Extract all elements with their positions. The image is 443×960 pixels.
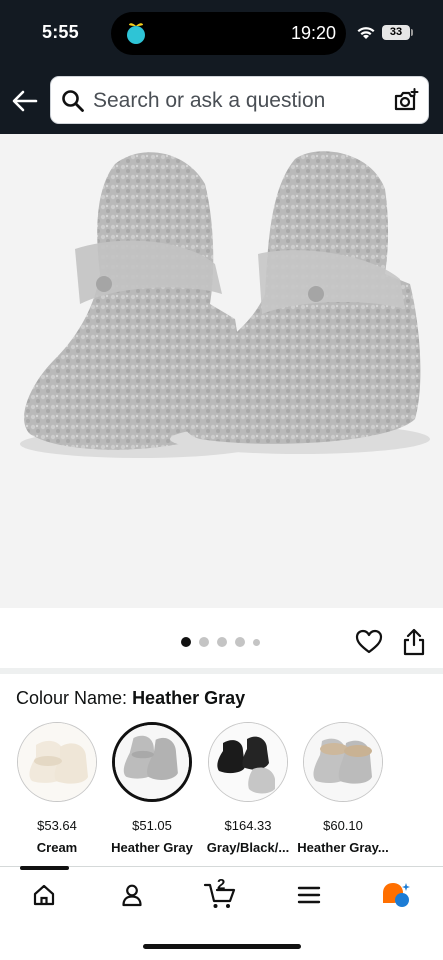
battery-icon: 33 [382,25,410,40]
colour-label: Colour Name: Heather Gray [16,688,245,709]
sherpa-bootie-thumb [304,723,382,801]
black-bootie-thumb [209,723,287,801]
home-icon [33,884,55,906]
app-icon [127,23,145,44]
colour-option-name: Heather Gray... [297,840,389,855]
back-button[interactable] [8,84,42,118]
home-indicator[interactable] [143,944,301,949]
header: 5:55 19:20 33 [0,0,443,134]
colour-label-key: Colour Name: [16,688,128,708]
product-image[interactable] [0,134,443,608]
pagination-dot[interactable] [235,637,245,647]
search-bar[interactable] [50,76,429,124]
colour-option-price: $60.10 [323,818,363,833]
pagination-dot[interactable] [199,637,209,647]
colour-option-cream[interactable]: $53.64 Cream [17,722,97,855]
colour-option-name: Heather Gray [111,840,193,855]
colour-option-price: $164.33 [224,818,272,833]
search-icon [62,90,84,112]
nav-active-indicator [20,866,69,870]
cart-count: 2 [217,876,226,893]
nav-home[interactable] [22,880,66,910]
cream-bootie-thumb [18,723,96,801]
gray-bootie-thumb [115,725,189,799]
back-arrow-icon [12,90,38,112]
share-icon[interactable] [401,628,427,656]
colour-option-price: $51.05 [132,818,172,833]
image-pagination[interactable] [181,637,260,647]
colour-option-name: Gray/Black/... [206,840,290,855]
wifi-icon [357,27,375,39]
colour-option-heather-gray-sherpa[interactable]: $60.10 Heather Gray... [297,722,389,855]
swatch-image [112,722,192,802]
nav-account[interactable] [110,880,154,910]
colour-option-name: Cream [36,840,78,855]
nav-menu[interactable] [287,880,331,910]
menu-icon [297,886,321,904]
search-input[interactable] [93,86,378,116]
pagination-dot[interactable] [181,637,191,647]
rufus-icon [383,883,410,907]
colour-option-price: $53.64 [37,818,77,833]
camera-icon[interactable] [392,87,420,115]
battery-nub [411,29,413,36]
account-icon [122,884,142,907]
pagination-dot[interactable] [217,637,227,647]
status-time: 5:55 [42,22,79,42]
dynamic-island: 19:20 [111,12,346,55]
colour-option-gray-black[interactable]: $164.33 Gray/Black/... [207,722,289,855]
swatch-image [17,722,97,802]
battery-level: 33 [389,26,403,38]
nav-rufus[interactable] [374,880,418,910]
booties-image [20,151,430,458]
pagination-dot[interactable] [253,638,260,646]
heart-icon[interactable] [355,628,383,656]
section-divider [0,668,443,674]
nav-cart[interactable]: 2 [198,876,242,910]
colour-option-heather-gray[interactable]: $51.05 Heather Gray [111,722,193,855]
island-time: 19:20 [290,23,336,43]
swatch-image [208,722,288,802]
swatch-image [303,722,383,802]
colour-selected-value: Heather Gray [132,688,246,708]
